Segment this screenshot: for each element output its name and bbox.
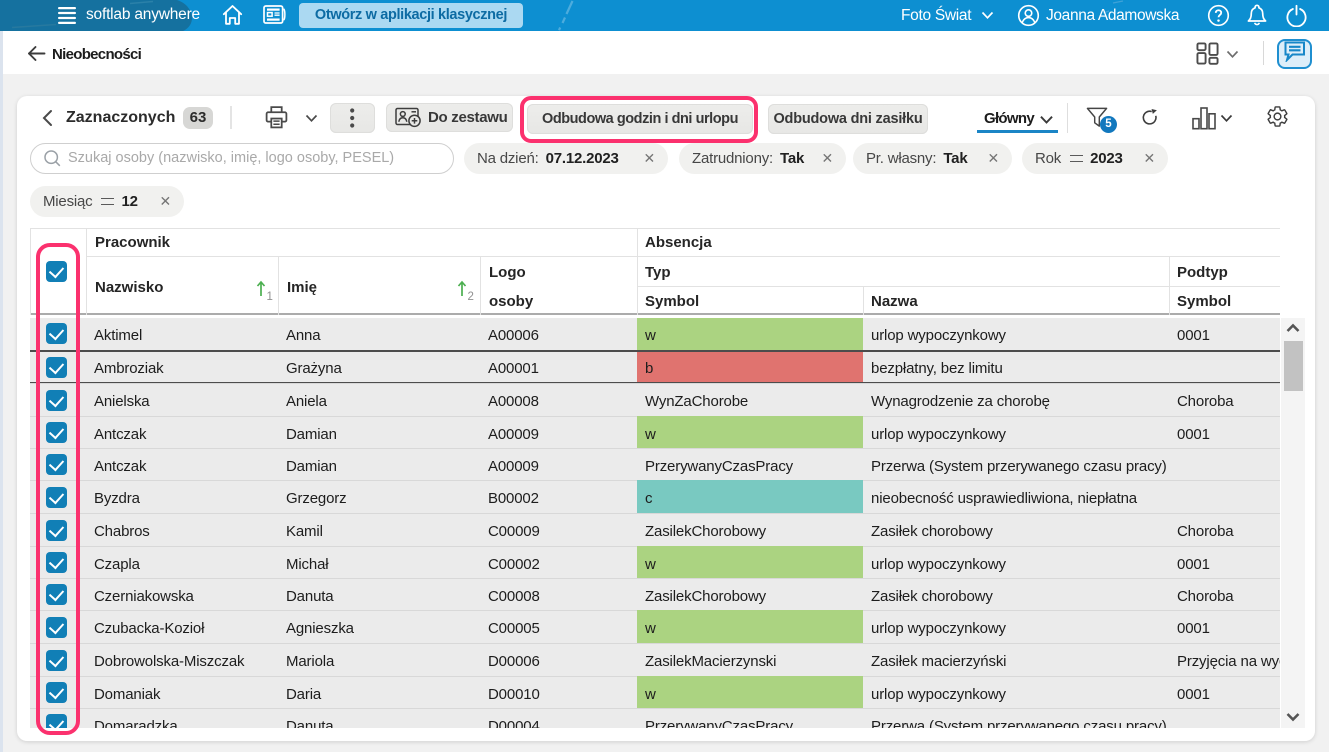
svg-text:2: 2 (468, 291, 474, 301)
svg-text:1: 1 (267, 291, 273, 301)
